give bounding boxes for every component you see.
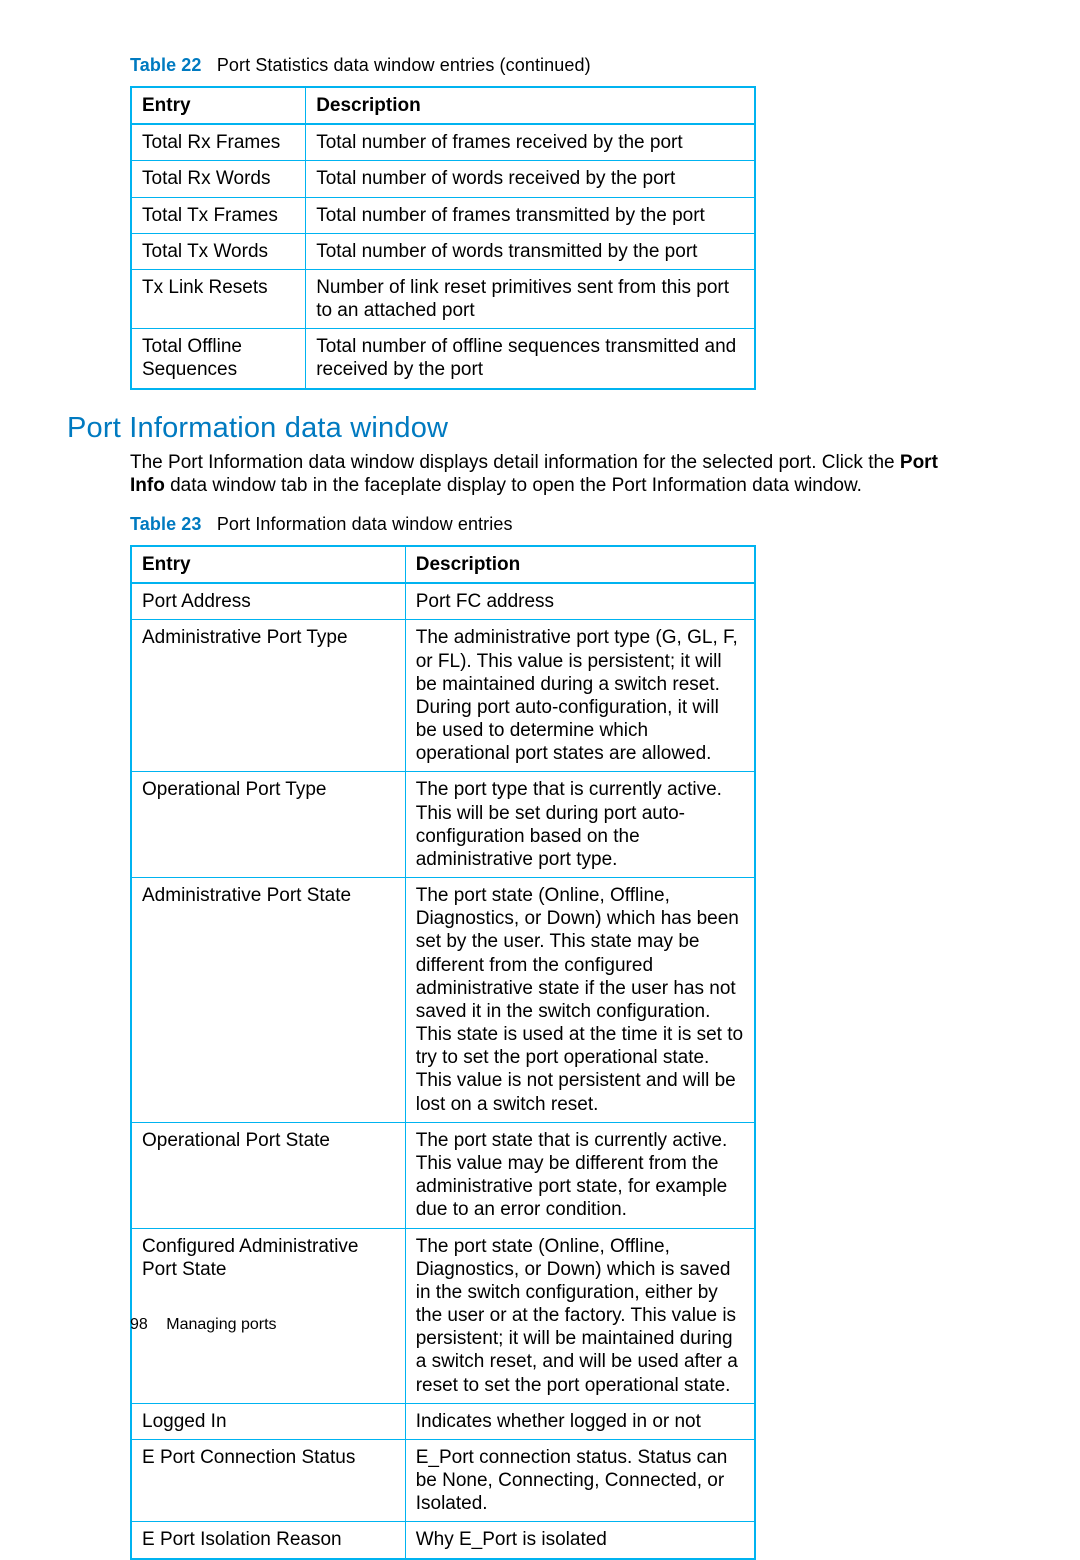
cell-entry: Administrative Port Type <box>131 620 405 772</box>
cell-entry: Tx Link Resets <box>131 269 306 328</box>
cell-description: Total number of words transmitted by the… <box>306 233 755 269</box>
table22-th-entry: Entry <box>131 87 306 124</box>
table-row: Administrative Port State The port state… <box>131 878 755 1123</box>
table-row: Total Tx Words Total number of words tra… <box>131 233 755 269</box>
table-row: Operational Port State The port state th… <box>131 1122 755 1228</box>
cell-entry: Administrative Port State <box>131 878 405 1123</box>
cell-entry: Total Tx Frames <box>131 197 306 233</box>
cell-entry: Logged In <box>131 1403 405 1439</box>
cell-entry: Total Rx Words <box>131 161 306 197</box>
table-row: E Port Connection Status E_Port connecti… <box>131 1439 755 1522</box>
cell-description: Number of link reset primitives sent fro… <box>306 269 755 328</box>
cell-description: Total number of offline sequences transm… <box>306 329 755 389</box>
cell-description: Why E_Port is isolated <box>405 1522 755 1559</box>
section-para-post: data window tab in the faceplate display… <box>165 475 862 496</box>
table-row: Total Tx Frames Total number of frames t… <box>131 197 755 233</box>
table-row: Operational Port Type The port type that… <box>131 772 755 878</box>
table22-header-row: Entry Description <box>131 87 755 124</box>
section-para-pre: The Port Information data window display… <box>130 452 900 473</box>
table22-caption-text: Port Statistics data window entries (con… <box>217 55 591 75</box>
cell-entry: Port Address <box>131 583 405 620</box>
cell-description: Indicates whether logged in or not <box>405 1403 755 1439</box>
cell-entry: Total Tx Words <box>131 233 306 269</box>
table22-label: Table 22 <box>130 55 202 75</box>
table-row: Total Rx Words Total number of words rec… <box>131 161 755 197</box>
table23-th-entry: Entry <box>131 546 405 583</box>
section-heading-port-information: Port Information data window <box>67 412 955 445</box>
cell-description: Total number of frames transmitted by th… <box>306 197 755 233</box>
table-row: Total Rx Frames Total number of frames r… <box>131 124 755 161</box>
cell-description: The port state that is currently active.… <box>405 1122 755 1228</box>
table23-caption: Table 23 Port Information data window en… <box>130 514 955 535</box>
footer-section: Managing ports <box>166 1316 276 1333</box>
cell-description: Port FC address <box>405 583 755 620</box>
table23-th-description: Description <box>405 546 755 583</box>
page-footer: 98 Managing ports <box>130 1316 277 1334</box>
page: Table 22 Port Statistics data window ent… <box>0 0 1080 1397</box>
cell-description: Total number of frames received by the p… <box>306 124 755 161</box>
cell-description: E_Port connection status. Status can be … <box>405 1439 755 1522</box>
table23-caption-text: Port Information data window entries <box>217 514 513 534</box>
cell-entry: E Port Isolation Reason <box>131 1522 405 1559</box>
table22: Entry Description Total Rx Frames Total … <box>130 86 756 390</box>
table-row: Total Offline Sequences Total number of … <box>131 329 755 389</box>
table-row: Logged In Indicates whether logged in or… <box>131 1403 755 1439</box>
table23-header-row: Entry Description <box>131 546 755 583</box>
cell-entry: E Port Connection Status <box>131 1439 405 1522</box>
table22-caption: Table 22 Port Statistics data window ent… <box>130 55 955 76</box>
cell-description: The port state (Online, Offline, Diagnos… <box>405 1228 755 1403</box>
table23: Entry Description Port Address Port FC a… <box>130 545 756 1560</box>
cell-entry: Operational Port State <box>131 1122 405 1228</box>
cell-description: The port type that is currently active. … <box>405 772 755 878</box>
cell-description: Total number of words received by the po… <box>306 161 755 197</box>
cell-entry: Total Offline Sequences <box>131 329 306 389</box>
cell-entry: Total Rx Frames <box>131 124 306 161</box>
table-row: E Port Isolation Reason Why E_Port is is… <box>131 1522 755 1559</box>
table23-label: Table 23 <box>130 514 202 534</box>
cell-description: The administrative port type (G, GL, F, … <box>405 620 755 772</box>
table22-th-description: Description <box>306 87 755 124</box>
table-row: Port Address Port FC address <box>131 583 755 620</box>
section-paragraph: The Port Information data window display… <box>130 451 955 499</box>
cell-entry: Operational Port Type <box>131 772 405 878</box>
table-row: Tx Link Resets Number of link reset prim… <box>131 269 755 328</box>
page-number: 98 <box>130 1316 148 1333</box>
table-row: Administrative Port Type The administrat… <box>131 620 755 772</box>
cell-description: The port state (Online, Offline, Diagnos… <box>405 878 755 1123</box>
